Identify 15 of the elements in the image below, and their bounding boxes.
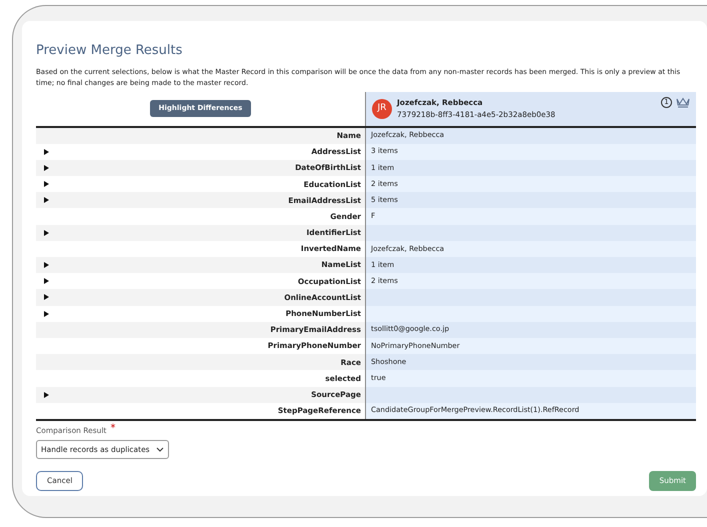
avatar: JR — [372, 98, 392, 118]
crown-icon — [676, 96, 690, 108]
expand-arrow-icon[interactable] — [44, 294, 49, 300]
expand-arrow-icon[interactable] — [44, 181, 49, 188]
chevron-down-icon — [156, 447, 164, 452]
page-title: Preview Merge Results — [36, 42, 184, 60]
expand-arrow-icon[interactable] — [44, 392, 49, 398]
expand-arrow-icon[interactable] — [44, 148, 49, 155]
expand-arrow-icon[interactable] — [44, 164, 49, 171]
expand-arrow-icon[interactable] — [44, 310, 49, 317]
expand-arrow-icon[interactable] — [44, 278, 49, 284]
expand-arrow-icon[interactable] — [44, 197, 49, 204]
required-mark: * — [110, 424, 116, 436]
expand-arrow-icon[interactable] — [44, 230, 49, 236]
expand-arrow-icon[interactable] — [44, 262, 49, 268]
